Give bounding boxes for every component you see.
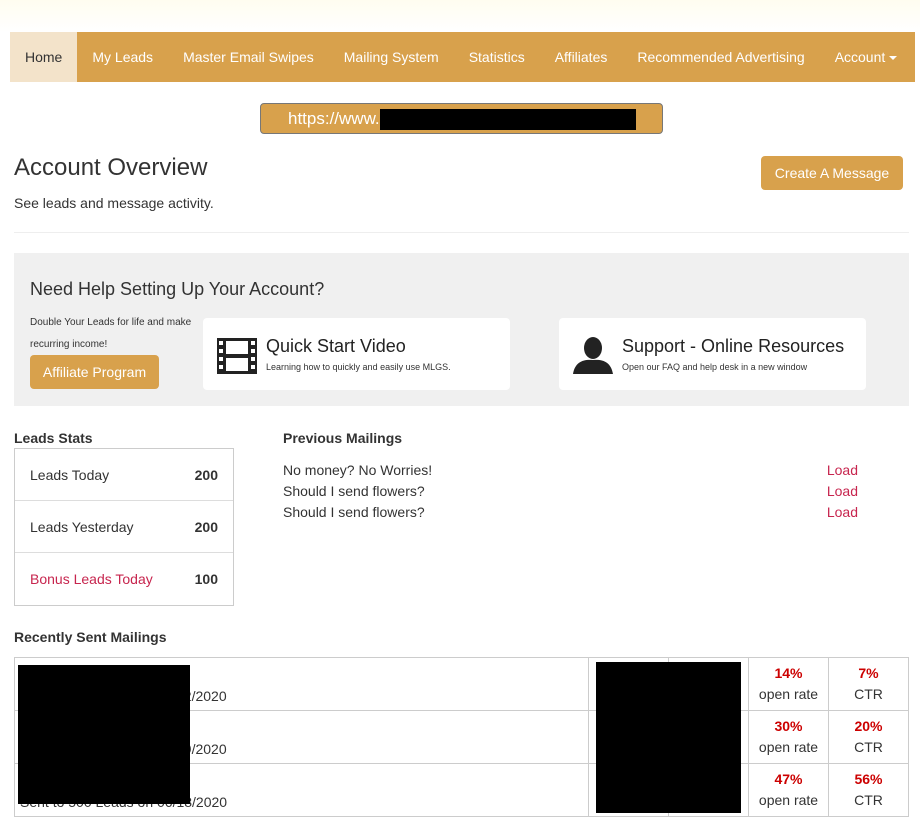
ctr-value: 56% [854,771,883,787]
affiliate-program-button[interactable]: Affiliate Program [30,355,159,389]
leads-stats-title: Leads Stats [14,430,93,446]
list-item: No money? No Worries! Load [283,460,858,481]
open-rate-cell: 14% open rate [748,657,829,711]
nav-home[interactable]: Home [10,32,78,82]
list-item: Should I send flowers? Load [283,502,858,523]
card-desc: Open our FAQ and help desk in a new wind… [622,362,808,372]
recent-mailings-title: Recently Sent Mailings [14,629,167,645]
ctr-label: CTR [854,686,883,702]
nav-master-email-swipes[interactable]: Master Email Swipes [168,32,329,82]
stat-value: 100 [194,571,218,587]
ctr-value: 20% [854,718,883,734]
redaction [18,665,190,804]
nav-affiliates[interactable]: Affiliates [540,32,623,82]
quick-start-video-card[interactable]: Quick Start Video Learning how to quickl… [203,318,510,390]
stat-row: Bonus Leads Today 100 [15,553,233,605]
redaction [380,109,636,130]
nav-mailing-system[interactable]: Mailing System [329,32,454,82]
stat-label: Leads Today [30,466,110,483]
open-rate-value: 14% [774,665,803,681]
help-panel: Need Help Setting Up Your Account? Doubl… [14,253,909,406]
create-message-button[interactable]: Create A Message [761,156,903,190]
page-title: Account Overview [14,154,208,181]
load-link[interactable]: Load [827,460,858,481]
ctr-cell: 56% CTR [828,763,909,817]
open-rate-label: open rate [758,739,819,755]
ctr-label: CTR [854,792,883,808]
stat-label: Leads Yesterday [30,518,134,535]
open-rate-value: 47% [774,771,803,787]
stat-value: 200 [194,518,218,535]
mailing-subject: Should I send flowers? [283,483,425,499]
open-rate-label: open rate [758,686,819,702]
ctr-cell: 7% CTR [828,657,909,711]
leads-stats-list: Leads Today 200 Leads Yesterday 200 Bonus … [14,448,234,606]
ctr-cell: 20% CTR [828,710,909,764]
nav-my-leads[interactable]: My Leads [77,32,168,82]
url-prefix: https://www. [288,109,380,128]
previous-mailings-title: Previous Mailings [283,430,403,446]
card-desc: Learning how to quickly and easily use M… [266,362,451,372]
caret-down-icon [889,56,898,61]
nav-account-label: Account [834,49,886,65]
open-rate-value: 30% [774,718,803,734]
load-link[interactable]: Load [827,502,858,523]
card-title: Support - Online Resources [622,336,845,356]
film-icon [217,338,257,374]
user-icon [573,337,613,374]
ctr-value: 7% [858,665,879,681]
mailing-subject: Should I send flowers? [283,504,425,520]
load-link[interactable]: Load [827,481,858,502]
divider [14,232,909,233]
stat-label: Bonus Leads Today [30,571,153,587]
main-nav: Home My Leads Master Email Swipes Mailin… [10,32,915,82]
stat-value: 200 [194,466,218,483]
affiliate-text: Double Your Leads for life and make recu… [30,317,192,350]
open-rate-cell: 47% open rate [748,763,829,817]
nav-account-dropdown[interactable]: Account [820,32,913,82]
nav-statistics[interactable]: Statistics [454,32,540,82]
open-rate-label: open rate [758,792,819,808]
previous-mailings-list: No money? No Worries! Load Should I send … [283,460,858,523]
page-subtitle: See leads and message activity. [14,195,214,211]
ctr-label: CTR [854,739,883,755]
support-resources-card[interactable]: Support - Online Resources Open our FAQ … [559,318,866,390]
top-band [0,0,920,32]
card-title: Quick Start Video [266,336,406,356]
stat-row: Leads Yesterday 200 [15,501,233,553]
help-title: Need Help Setting Up Your Account? [30,279,325,299]
open-rate-cell: 30% open rate [748,710,829,764]
stat-row: Leads Today 200 [15,449,233,501]
nav-recommended-advertising[interactable]: Recommended Advertising [622,32,819,82]
list-item: Should I send flowers? Load [283,481,858,502]
redaction [596,662,741,813]
mailing-subject: No money? No Worries! [283,462,433,478]
